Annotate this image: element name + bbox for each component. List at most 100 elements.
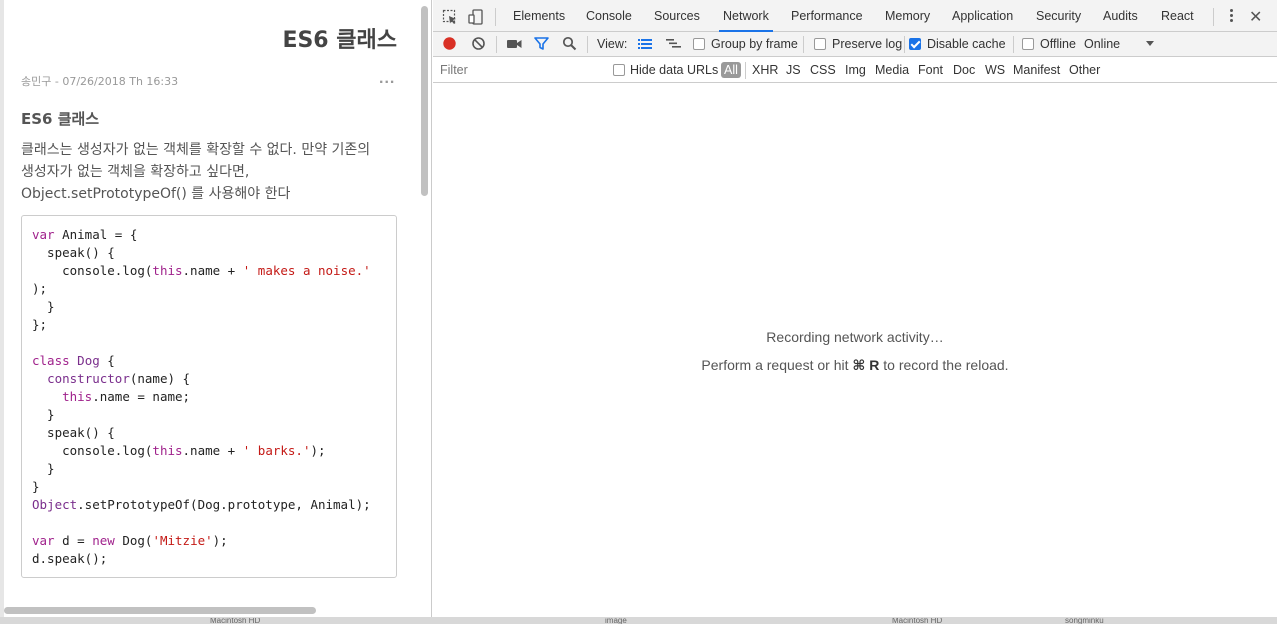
code-token: .name + bbox=[182, 263, 243, 278]
taskbar-item[interactable]: Macintosh HD bbox=[210, 618, 290, 624]
code-token: console.log( bbox=[32, 263, 153, 278]
code-line: constructor(name) { bbox=[32, 370, 386, 388]
tab-sources[interactable]: Sources bbox=[650, 0, 704, 32]
os-taskbar: Macintosh HD image Macintosh HD songmink… bbox=[0, 617, 1277, 624]
tabbar-divider bbox=[1213, 8, 1214, 26]
more-options-icon[interactable]: ... bbox=[379, 70, 395, 88]
code-token: this bbox=[62, 389, 93, 404]
reload-hint-suffix: to record the reload. bbox=[879, 357, 1009, 373]
group-by-frame-label[interactable]: Group by frame bbox=[711, 37, 798, 51]
filter-input[interactable] bbox=[440, 62, 600, 78]
code-token: this bbox=[152, 263, 183, 278]
close-devtools-icon[interactable]: ✕ bbox=[1249, 7, 1262, 27]
code-line: var d = new Dog('Mitzie'); bbox=[32, 532, 386, 550]
filter-type-ws[interactable]: WS bbox=[983, 62, 1007, 78]
tab-memory[interactable]: Memory bbox=[881, 0, 934, 32]
hide-data-urls-label[interactable]: Hide data URLs bbox=[630, 63, 718, 77]
offline-label[interactable]: Offline bbox=[1040, 37, 1076, 51]
hide-data-urls-checkbox[interactable] bbox=[613, 64, 625, 76]
filter-type-doc[interactable]: Doc bbox=[951, 62, 977, 78]
code-token: Dog bbox=[77, 353, 100, 368]
tab-elements[interactable]: Elements bbox=[509, 0, 569, 32]
code-token: constructor bbox=[47, 371, 130, 386]
code-token: } bbox=[32, 479, 40, 494]
clear-icon[interactable] bbox=[471, 36, 486, 51]
code-token: .name = name; bbox=[92, 389, 191, 404]
page-vertical-scrollbar[interactable] bbox=[421, 6, 428, 196]
screenshot-camera-icon[interactable] bbox=[507, 38, 522, 50]
tab-console[interactable]: Console bbox=[582, 0, 636, 32]
disable-cache-label[interactable]: Disable cache bbox=[927, 37, 1006, 51]
tab-performance[interactable]: Performance bbox=[787, 0, 867, 32]
page-title: ES6 클래스 bbox=[282, 28, 397, 53]
page-horizontal-scrollbar[interactable] bbox=[4, 607, 316, 614]
offline-checkbox[interactable] bbox=[1022, 38, 1034, 50]
search-icon[interactable] bbox=[562, 36, 577, 51]
filter-type-all[interactable]: All bbox=[721, 62, 741, 78]
code-token: ' makes a noise.' bbox=[242, 263, 371, 278]
network-toolbar: View: Group by frame Preserve log Disabl… bbox=[433, 32, 1277, 57]
taskbar-item[interactable]: songminku bbox=[1065, 618, 1135, 624]
toolbar-divider bbox=[1013, 36, 1014, 53]
throttling-select[interactable]: Online bbox=[1084, 37, 1120, 51]
preserve-log-label[interactable]: Preserve log bbox=[832, 37, 902, 51]
filter-type-xhr[interactable]: XHR bbox=[750, 62, 780, 78]
filter-type-img[interactable]: Img bbox=[843, 62, 868, 78]
reload-hint: Perform a request or hit ⌘ R to record t… bbox=[433, 357, 1277, 374]
filter-divider bbox=[745, 62, 746, 79]
filter-type-manifest[interactable]: Manifest bbox=[1011, 62, 1062, 78]
code-line: var Animal = { bbox=[32, 226, 386, 244]
large-rows-icon[interactable] bbox=[638, 38, 652, 50]
filter-funnel-icon[interactable] bbox=[534, 36, 549, 51]
code-token: Animal = { bbox=[54, 227, 138, 242]
code-token: this bbox=[152, 443, 183, 458]
code-line: Object.setPrototypeOf(Dog.prototype, Ani… bbox=[32, 496, 386, 514]
filter-type-other[interactable]: Other bbox=[1067, 62, 1102, 78]
filter-type-font[interactable]: Font bbox=[916, 62, 945, 78]
code-line: } bbox=[32, 298, 386, 316]
window-edge bbox=[0, 0, 4, 624]
tab-application[interactable]: Application bbox=[948, 0, 1017, 32]
code-token: ); bbox=[310, 443, 326, 458]
post-body-line: Object.setPrototypeOf() 를 사용해야 한다 bbox=[21, 186, 291, 202]
code-line: }; bbox=[32, 316, 386, 334]
filter-type-css[interactable]: CSS bbox=[808, 62, 838, 78]
code-token: speak() { bbox=[32, 245, 115, 260]
waterfall-icon[interactable] bbox=[666, 38, 682, 50]
code-token: Dog( bbox=[114, 533, 153, 548]
post-body-line: 클래스는 생성자가 없는 객체를 확장할 수 없다. 만약 기존의 bbox=[21, 142, 371, 158]
code-text: var Animal = { speak() { console.log(thi… bbox=[32, 226, 386, 568]
more-menu-icon[interactable] bbox=[1229, 8, 1233, 24]
code-token: Object bbox=[32, 497, 78, 512]
filter-type-media[interactable]: Media bbox=[873, 62, 911, 78]
toolbar-divider bbox=[496, 36, 497, 53]
tab-network[interactable]: Network bbox=[719, 0, 773, 32]
record-button-icon[interactable] bbox=[442, 36, 457, 51]
tab-react[interactable]: React bbox=[1157, 0, 1198, 32]
code-token: console.log( bbox=[32, 443, 153, 458]
code-line: speak() { bbox=[32, 244, 386, 262]
code-token: ' barks.' bbox=[242, 443, 311, 458]
devtools-tabbar: Elements Console Sources Network Performance… bbox=[433, 0, 1277, 32]
device-toolbar-icon[interactable] bbox=[468, 9, 484, 25]
code-token: }; bbox=[32, 317, 48, 332]
group-by-frame-checkbox[interactable] bbox=[693, 38, 705, 50]
tabbar-divider bbox=[495, 8, 496, 26]
recording-message: Recording network activity… bbox=[766, 329, 944, 345]
tab-security[interactable]: Security bbox=[1032, 0, 1085, 32]
chevron-down-icon[interactable] bbox=[1146, 41, 1154, 47]
filter-type-js[interactable]: JS bbox=[784, 62, 803, 78]
preserve-log-checkbox[interactable] bbox=[814, 38, 826, 50]
tab-audits[interactable]: Audits bbox=[1099, 0, 1142, 32]
taskbar-item[interactable]: image bbox=[605, 618, 645, 624]
code-line: d.speak(); bbox=[32, 550, 386, 568]
inspect-element-icon[interactable] bbox=[442, 9, 458, 25]
code-token: .name + bbox=[182, 443, 243, 458]
code-token: new bbox=[92, 533, 115, 548]
code-token: var bbox=[32, 227, 55, 242]
taskbar-item[interactable]: Macintosh HD bbox=[892, 618, 972, 624]
code-token: var bbox=[32, 533, 55, 548]
disable-cache-checkbox[interactable] bbox=[909, 38, 921, 50]
